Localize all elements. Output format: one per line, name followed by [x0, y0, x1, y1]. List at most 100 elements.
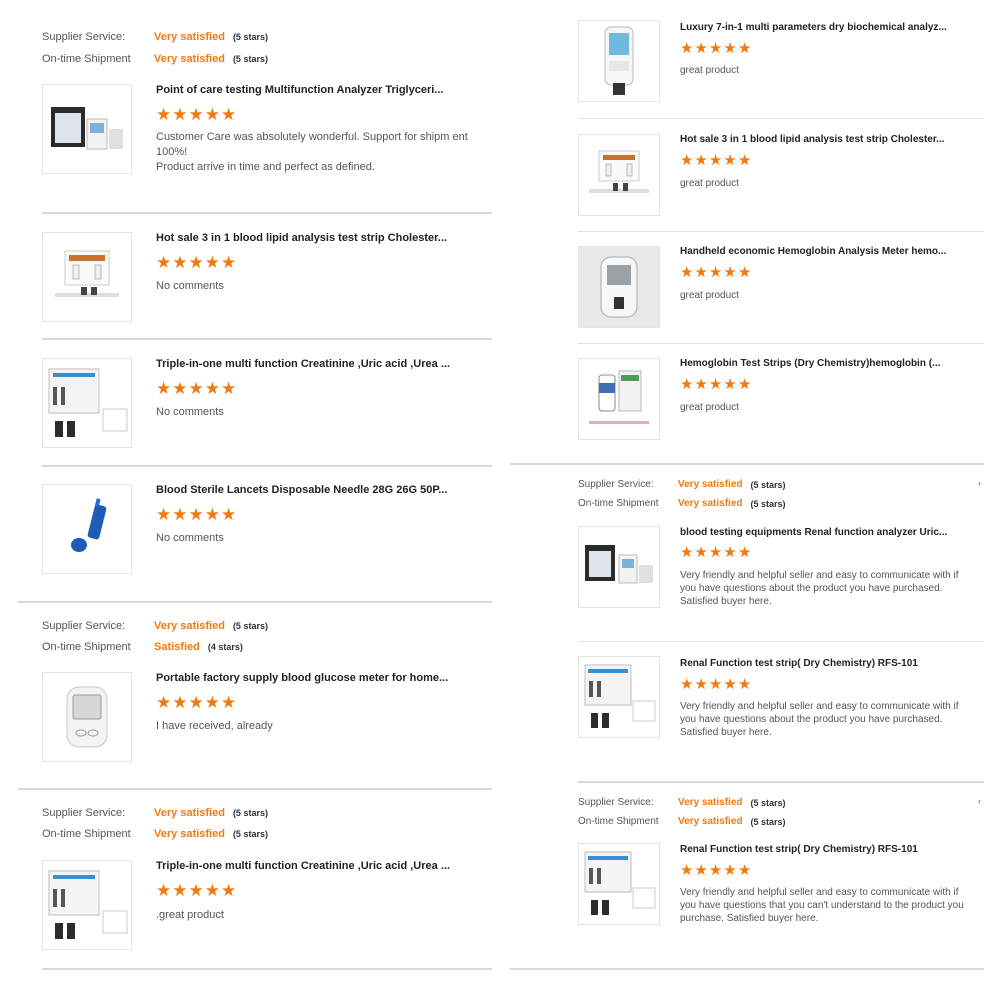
- review-product-title[interactable]: blood testing equipments Renal function …: [680, 527, 976, 538]
- shipment-rating: On-time Shipment Satisfied (4 stars): [42, 641, 243, 653]
- review-product-title[interactable]: Luxury 7-in-1 multi parameters dry bioch…: [680, 22, 976, 33]
- review-stars: ★ ★ ★ ★ ★: [156, 106, 236, 123]
- star-icon: ★: [680, 264, 694, 281]
- review-comment: .great product: [156, 909, 224, 921]
- handheld-analyzer-image[interactable]: [578, 20, 660, 102]
- star-icon: ★: [737, 152, 752, 169]
- test-strip-kit-image[interactable]: [578, 134, 660, 216]
- supplier-service-label: Supplier Service:: [578, 797, 654, 808]
- review-product-title[interactable]: Triple-in-one multi function Creatinine …: [156, 358, 476, 370]
- star-icon: ★: [694, 40, 708, 57]
- shipment-count: (5 stars): [232, 829, 268, 839]
- edge-mark: ‹: [978, 478, 981, 488]
- review-product-title[interactable]: Handheld economic Hemoglobin Analysis Me…: [680, 246, 976, 257]
- hemoglobin-meter-image[interactable]: [578, 246, 660, 328]
- product-box-image[interactable]: [578, 843, 660, 925]
- review-product-title[interactable]: Hot sale 3 in 1 blood lipid analysis tes…: [680, 134, 976, 145]
- shipment-value: Very satisfied: [154, 828, 225, 840]
- star-icon: ★: [723, 676, 737, 693]
- review-comment: Very friendly and helpful seller and eas…: [680, 701, 959, 738]
- shipment-value: Very satisfied: [154, 53, 225, 65]
- analyzer-kit-image[interactable]: [578, 526, 660, 608]
- star-icon: ★: [737, 376, 752, 393]
- shipment-label: On-time Shipment: [42, 641, 131, 653]
- star-icon: ★: [694, 152, 708, 169]
- divider: [578, 231, 984, 232]
- review-product-title[interactable]: Renal Function test strip( Dry Chemistry…: [680, 658, 976, 669]
- star-icon: ★: [723, 544, 737, 561]
- star-icon: ★: [694, 676, 708, 693]
- star-icon: ★: [694, 376, 708, 393]
- review-comment: great product: [680, 178, 739, 189]
- divider: [578, 641, 984, 642]
- shipment-label: On-time Shipment: [578, 816, 659, 827]
- review-stars: ★ ★ ★ ★ ★: [680, 677, 751, 692]
- divider: [42, 968, 492, 970]
- star-icon: ★: [680, 152, 694, 169]
- glucose-meter-image[interactable]: [42, 672, 132, 762]
- star-icon: ★: [204, 379, 220, 398]
- star-icon: ★: [708, 40, 723, 57]
- review-product-title[interactable]: Hemoglobin Test Strips (Dry Chemistry)he…: [680, 358, 976, 369]
- star-icon: ★: [172, 253, 188, 272]
- star-icon: ★: [188, 881, 204, 900]
- star-icon: ★: [221, 505, 237, 524]
- supplier-service-value: Very satisfied: [678, 797, 743, 808]
- supplier-service-label: Supplier Service:: [42, 620, 126, 632]
- review-product-title[interactable]: Renal Function test strip( Dry Chemistry…: [680, 844, 976, 855]
- star-icon: ★: [156, 105, 172, 124]
- star-icon: ★: [156, 253, 172, 272]
- strip-bottle-image[interactable]: [578, 358, 660, 440]
- review-comment: great product: [680, 65, 739, 76]
- supplier-service-value: Very satisfied: [154, 620, 225, 632]
- supplier-service-count: (5 stars): [232, 808, 268, 818]
- review-comment: Very friendly and helpful seller and eas…: [680, 887, 964, 924]
- star-icon: ★: [221, 105, 237, 124]
- review-product-title[interactable]: Point of care testing Multifunction Anal…: [156, 84, 476, 96]
- star-icon: ★: [737, 862, 752, 879]
- star-icon: ★: [204, 105, 220, 124]
- review-comment: great product: [680, 290, 739, 301]
- supplier-service-value: Very satisfied: [678, 479, 743, 490]
- review-stars: ★ ★ ★ ★ ★: [680, 545, 751, 560]
- review-comment: I have received, already: [156, 720, 273, 732]
- shipment-count: (5 stars): [750, 498, 786, 509]
- product-box-image[interactable]: [42, 860, 132, 950]
- review-stars: ★ ★ ★ ★ ★: [156, 506, 236, 523]
- star-icon: ★: [188, 253, 204, 272]
- lancet-image[interactable]: [42, 484, 132, 574]
- product-box-image[interactable]: [42, 358, 132, 448]
- star-icon: ★: [737, 676, 752, 693]
- review-product-title[interactable]: Portable factory supply blood glucose me…: [156, 672, 476, 684]
- star-icon: ★: [188, 693, 204, 712]
- divider: [18, 788, 492, 790]
- divider: [578, 343, 984, 344]
- review-stars: ★ ★ ★ ★ ★: [156, 254, 236, 271]
- review-comment: great product: [680, 402, 739, 413]
- review-product-title[interactable]: Triple-in-one multi function Creatinine …: [156, 860, 476, 872]
- star-icon: ★: [172, 505, 188, 524]
- star-icon: ★: [221, 693, 237, 712]
- star-icon: ★: [737, 544, 752, 561]
- star-icon: ★: [156, 505, 172, 524]
- divider: [42, 338, 492, 340]
- star-icon: ★: [723, 152, 737, 169]
- product-box-image[interactable]: [578, 656, 660, 738]
- star-icon: ★: [680, 676, 694, 693]
- star-icon: ★: [708, 376, 723, 393]
- review-product-title[interactable]: Blood Sterile Lancets Disposable Needle …: [156, 484, 476, 496]
- review-stars: ★ ★ ★ ★ ★: [680, 863, 751, 878]
- star-icon: ★: [723, 376, 737, 393]
- divider: [578, 118, 984, 119]
- review-stars: ★ ★ ★ ★ ★: [680, 265, 751, 280]
- star-icon: ★: [156, 881, 172, 900]
- review-comment: No comments: [156, 532, 224, 544]
- review-comment: No comments: [156, 280, 224, 292]
- test-strip-kit-image[interactable]: [42, 232, 132, 322]
- shipment-rating: On-time Shipment Very satisfied (5 stars…: [42, 828, 268, 840]
- star-icon: ★: [172, 881, 188, 900]
- supplier-service-rating: Supplier Service: Very satisfied (5 star…: [42, 807, 268, 819]
- review-product-title[interactable]: Hot sale 3 in 1 blood lipid analysis tes…: [156, 232, 476, 244]
- analyzer-kit-image[interactable]: [42, 84, 132, 174]
- review-stars: ★ ★ ★ ★ ★: [680, 377, 751, 392]
